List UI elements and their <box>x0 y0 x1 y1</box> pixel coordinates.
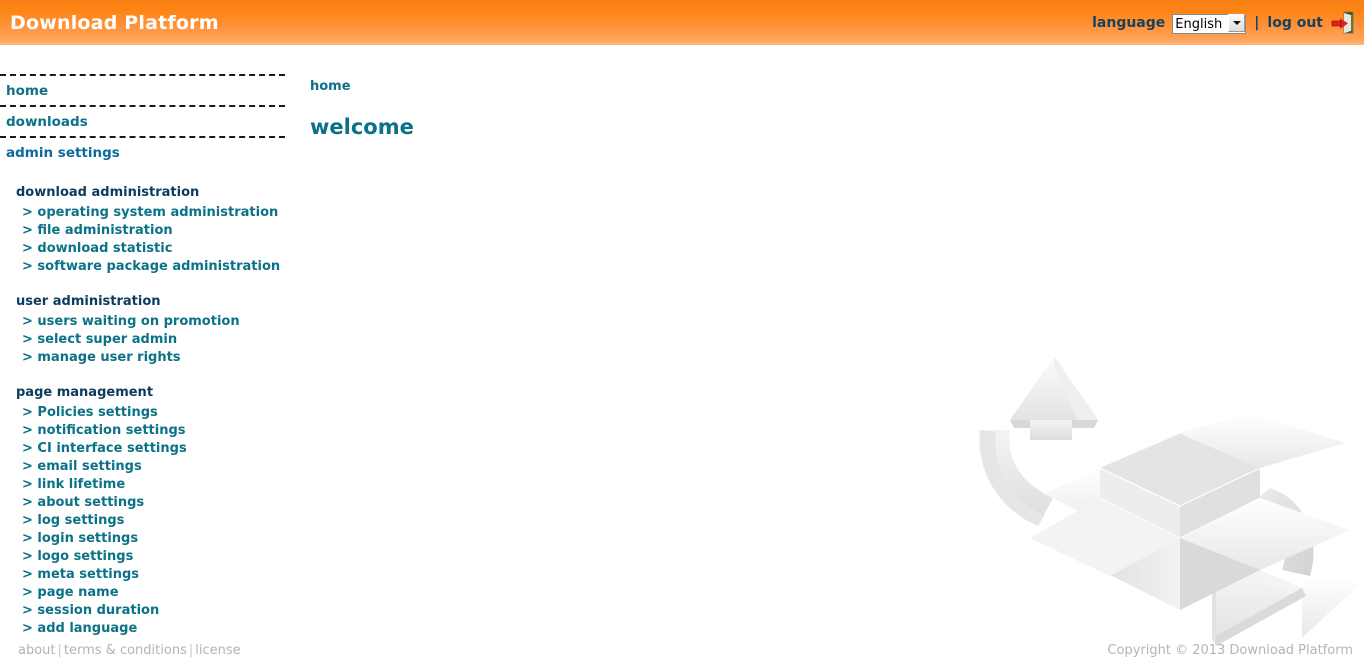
logout-door-arrow-icon[interactable] <box>1330 10 1356 36</box>
sidebar-group-title: page management <box>16 385 300 400</box>
sidebar-item-select-super-admin[interactable]: > select super admin <box>16 331 300 349</box>
sidebar-item-link-lifetime[interactable]: > link lifetime <box>16 476 300 494</box>
sidebar-item-users-waiting-on-promotion[interactable]: > users waiting on promotion <box>16 313 300 331</box>
app-title: Download Platform <box>10 12 219 34</box>
sidebar-group-download-administration: download administration > operating syst… <box>0 185 300 276</box>
sidebar-item-download-statistic[interactable]: > download statistic <box>16 240 300 258</box>
header-right-controls: language English | log out <box>1092 0 1356 45</box>
footer-links: about|terms & conditions|license <box>18 643 241 658</box>
language-select-wrapper[interactable]: English <box>1172 13 1246 33</box>
sidebar-item-notification-settings[interactable]: > notification settings <box>16 422 300 440</box>
sidebar-item-manage-user-rights[interactable]: > manage user rights <box>16 349 300 367</box>
sidebar-item-meta-settings[interactable]: > meta settings <box>16 566 300 584</box>
sidebar-group-page-management: page management > Policies settings > no… <box>0 385 300 638</box>
sidebar-item-software-package-administration[interactable]: > software package administration <box>16 258 300 276</box>
footer-link-license[interactable]: license <box>195 643 240 658</box>
page-title: welcome <box>310 115 414 139</box>
page-footer: about|terms & conditions|license Copyrig… <box>0 640 1364 664</box>
sidebar-item-login-settings[interactable]: > login settings <box>16 530 300 548</box>
header-separator: | <box>1253 15 1260 31</box>
sidebar-group-title: download administration <box>16 185 300 200</box>
sidebar-item-add-language[interactable]: > add language <box>16 620 300 638</box>
sidebar-nav: home downloads admin settings download a… <box>0 45 300 640</box>
language-select[interactable]: English <box>1172 14 1246 34</box>
sidebar-item-logo-settings[interactable]: > logo settings <box>16 548 300 566</box>
footer-separator: | <box>187 643 195 658</box>
language-label: language <box>1092 15 1165 31</box>
app-header: Download Platform language English | log… <box>0 0 1364 45</box>
sidebar-link-admin-settings[interactable]: admin settings <box>6 145 120 161</box>
sidebar-item-session-duration[interactable]: > session duration <box>16 602 300 620</box>
sidebar-link-home[interactable]: home <box>6 83 48 99</box>
main-content: home welcome <box>300 45 1364 640</box>
sidebar-item-file-administration[interactable]: > file administration <box>16 222 300 240</box>
sidebar-item-ci-interface-settings[interactable]: > CI interface settings <box>16 440 300 458</box>
sidebar-item-downloads[interactable]: downloads <box>0 105 285 136</box>
footer-separator: | <box>56 643 64 658</box>
logout-button[interactable]: log out <box>1267 15 1323 31</box>
sidebar-item-admin-settings[interactable]: admin settings <box>0 136 285 167</box>
sidebar-item-about-settings[interactable]: > about settings <box>16 494 300 512</box>
sidebar-item-home[interactable]: home <box>0 74 285 105</box>
footer-link-about[interactable]: about <box>18 643 56 658</box>
sidebar-group-user-administration: user administration > users waiting on p… <box>0 294 300 367</box>
sidebar-group-title: user administration <box>16 294 300 309</box>
sidebar-item-policies-settings[interactable]: > Policies settings <box>16 404 300 422</box>
sidebar-item-operating-system-administration[interactable]: > operating system administration <box>16 204 300 222</box>
breadcrumb[interactable]: home <box>310 79 351 94</box>
copyright-text: Copyright © 2013 Download Platform <box>1107 643 1353 658</box>
sidebar-item-log-settings[interactable]: > log settings <box>16 512 300 530</box>
footer-link-terms-conditions[interactable]: terms & conditions <box>64 643 187 658</box>
sidebar-item-page-name[interactable]: > page name <box>16 584 300 602</box>
sidebar-link-downloads[interactable]: downloads <box>6 114 88 130</box>
sidebar-item-email-settings[interactable]: > email settings <box>16 458 300 476</box>
